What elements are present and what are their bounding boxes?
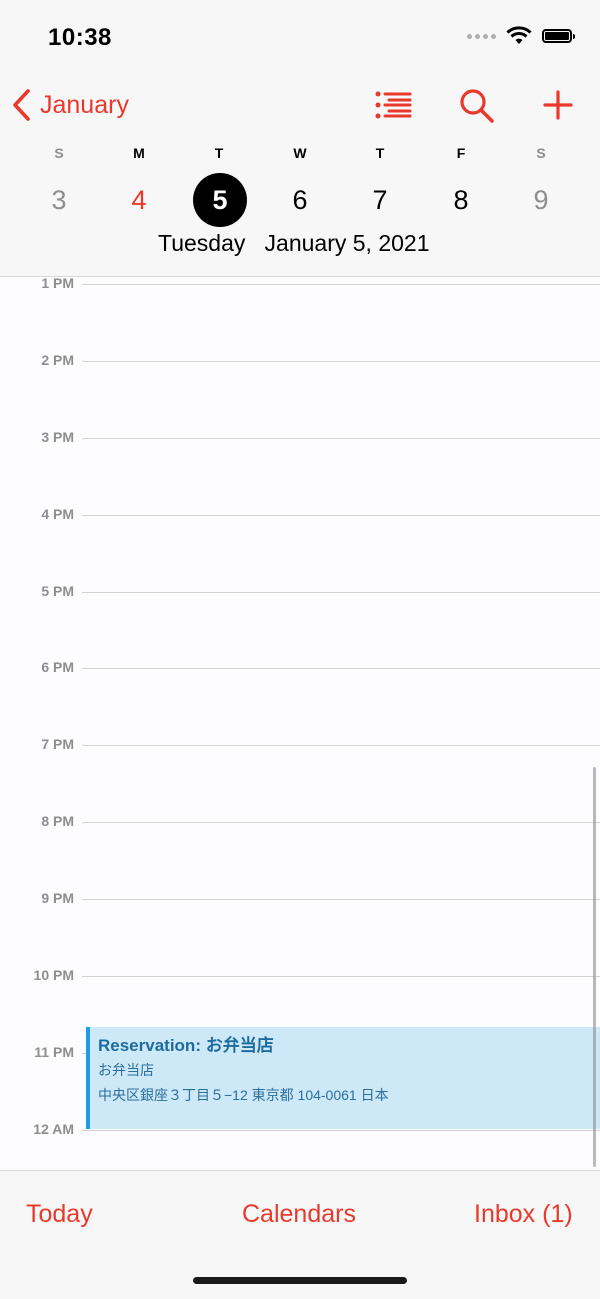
navigation-header: 10:38 January S M T W T F S 3 4 5 6 7 8 …: [0, 0, 600, 277]
hour-label: 6 PM: [41, 659, 74, 675]
hour-line: [82, 361, 600, 362]
hour-line: [82, 899, 600, 900]
hour-line: [82, 976, 600, 977]
hour-line: [82, 515, 600, 516]
hour-row: 8 PM: [0, 813, 600, 842]
home-indicator[interactable]: [193, 1277, 407, 1284]
hour-label: 5 PM: [41, 583, 74, 599]
hour-label: 11 PM: [34, 1044, 74, 1060]
selected-weekday: Tuesday: [158, 230, 246, 256]
hour-row: 5 PM: [0, 583, 600, 612]
inbox-button[interactable]: Inbox (1): [474, 1200, 573, 1229]
weekday-label: T: [375, 145, 385, 161]
hour-row: 9 PM: [0, 890, 600, 919]
hour-label: 7 PM: [41, 736, 74, 752]
hour-line: [82, 438, 600, 439]
hour-label: 4 PM: [41, 506, 74, 522]
weekday-label: S: [536, 145, 546, 161]
status-icons: [467, 26, 575, 46]
weekday-label: T: [214, 145, 224, 161]
week-dates: 3 4 5 6 7 8 9: [0, 172, 600, 228]
today-button[interactable]: Today: [26, 1200, 93, 1229]
list-view-icon[interactable]: [374, 90, 412, 120]
scrollbar[interactable]: [593, 767, 596, 1167]
back-label: January: [40, 90, 129, 119]
wifi-icon: [506, 26, 532, 44]
event-location-name: お弁当店: [98, 1062, 154, 1078]
hour-line: [82, 592, 600, 593]
calendar-event[interactable]: Reservation: お弁当店 お弁当店 中央区銀座３丁目５−12 東京都 …: [86, 1027, 600, 1129]
weekday-label: S: [54, 145, 64, 161]
cellular-signal-icon: [467, 33, 496, 39]
hour-label: 1 PM: [41, 277, 74, 291]
hour-row: 6 PM: [0, 659, 600, 688]
hour-row: 12 AM: [0, 1121, 600, 1150]
date-cell[interactable]: 3: [31, 172, 87, 228]
hour-row: 7 PM: [0, 736, 600, 765]
status-time: 10:38: [48, 24, 112, 51]
date-cell[interactable]: 6: [272, 172, 328, 228]
hour-line: [82, 745, 600, 746]
weekday-label: W: [293, 145, 307, 161]
hour-label: 2 PM: [41, 352, 74, 368]
hour-row: 1 PM: [0, 277, 600, 304]
day-timeline[interactable]: 1 PM 2 PM 3 PM 4 PM 5 PM 6 PM 7 PM 8 PM …: [0, 277, 600, 1170]
hour-label: 8 PM: [41, 813, 74, 829]
battery-icon: [542, 29, 575, 43]
selected-date: January 5, 2021: [264, 230, 430, 256]
date-cell[interactable]: 8: [433, 172, 489, 228]
search-icon[interactable]: [459, 88, 495, 124]
hour-line: [82, 284, 600, 285]
hour-row: 3 PM: [0, 429, 600, 458]
hour-line: [82, 1130, 600, 1131]
selected-date-label: Tuesday January 5, 2021: [158, 230, 430, 257]
calendars-button[interactable]: Calendars: [242, 1200, 356, 1229]
hour-label: 12 AM: [33, 1121, 74, 1137]
hour-line: [82, 822, 600, 823]
add-event-icon[interactable]: [543, 90, 573, 120]
hour-row: 2 PM: [0, 352, 600, 381]
weekday-label: M: [133, 145, 145, 161]
hour-row: 4 PM: [0, 506, 600, 535]
hour-line: [82, 668, 600, 669]
date-cell[interactable]: 9: [513, 172, 569, 228]
hour-label: 9 PM: [41, 890, 74, 906]
weekday-label: F: [456, 145, 466, 161]
hour-label: 10 PM: [33, 967, 74, 983]
hour-label: 3 PM: [41, 429, 74, 445]
date-cell[interactable]: 7: [352, 172, 408, 228]
back-to-month-button[interactable]: January: [10, 88, 129, 122]
date-cell-selected[interactable]: 5: [193, 173, 247, 227]
date-cell-today[interactable]: 4: [111, 172, 167, 228]
chevron-left-icon: [13, 89, 30, 121]
hour-row: 10 PM: [0, 967, 600, 996]
event-address: 中央区銀座３丁目５−12 東京都 104-0061 日本: [98, 1087, 389, 1103]
event-title: Reservation: お弁当店: [98, 1036, 274, 1055]
weekday-header: S M T W T F S: [0, 145, 600, 165]
